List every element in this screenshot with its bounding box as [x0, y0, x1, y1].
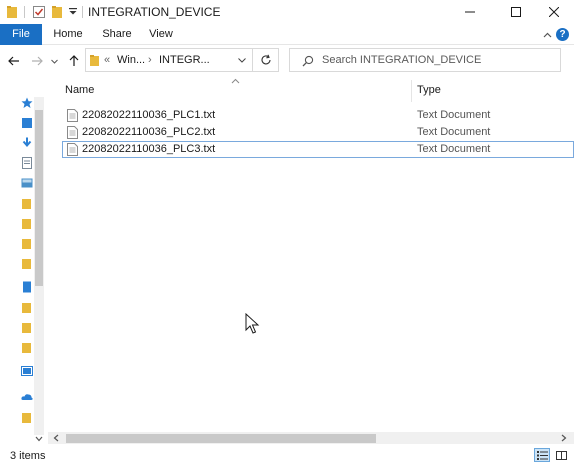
file-row-plc3[interactable]: 22082022110036_PLC3.txt Text Document [62, 141, 574, 158]
tab-view[interactable]: View [144, 24, 178, 45]
desktop-icon[interactable] [21, 117, 33, 129]
recent-locations-icon [50, 59, 58, 64]
file-type: Text Document [417, 126, 491, 138]
address-segment-win[interactable]: Win... [117, 54, 145, 66]
minimize-button[interactable] [450, 0, 490, 24]
scroll-left-icon[interactable] [53, 434, 59, 442]
horizontal-scroll-thumb[interactable] [66, 434, 376, 443]
mouse-pointer-icon [245, 313, 260, 334]
file-name: 22082022110036_PLC3.txt [82, 143, 216, 155]
search-input[interactable]: Search INTEGRATION_DEVICE [322, 54, 481, 66]
this-pc-document-icon[interactable] [21, 281, 33, 293]
help-icon[interactable]: ? [556, 28, 569, 41]
large-icons-view-icon [555, 450, 567, 460]
folder-icon[interactable] [21, 217, 33, 229]
window-title: INTEGRATION_DEVICE [88, 5, 221, 19]
large-icons-view-button[interactable] [553, 448, 569, 462]
expand-ribbon-icon[interactable] [543, 29, 552, 43]
status-bar: 3 items [0, 446, 574, 466]
file-name: 22082022110036_PLC1.txt [82, 109, 216, 121]
text-file-icon [67, 126, 78, 139]
address-overflow[interactable]: « [104, 54, 110, 66]
file-row-plc2[interactable]: 22082022110036_PLC2.txt Text Document [62, 124, 574, 141]
onedrive-icon[interactable] [21, 391, 33, 403]
details-view-icon [536, 450, 548, 460]
folder-icon[interactable] [21, 321, 33, 333]
tab-share[interactable]: Share [98, 24, 136, 45]
folder-icon[interactable] [21, 257, 33, 269]
ribbon-tabs: File Home Share View ? [0, 24, 574, 45]
item-count: 3 items [10, 450, 46, 462]
up-button[interactable] [66, 53, 82, 69]
details-view-button[interactable] [534, 448, 550, 462]
folder-icon[interactable] [21, 341, 33, 353]
tab-home[interactable]: Home [48, 24, 88, 45]
address-bar[interactable]: « Win... › INTEGR... [85, 48, 253, 72]
navigation-pane-scroll-thumb[interactable] [35, 110, 43, 286]
folder-icon[interactable] [21, 411, 33, 423]
folder-icon[interactable] [21, 197, 33, 209]
maximize-icon [511, 7, 521, 17]
refresh-button[interactable] [253, 48, 279, 72]
forward-arrow-icon [32, 56, 43, 66]
pictures-icon[interactable] [21, 177, 33, 189]
sort-ascending-icon [231, 78, 240, 84]
new-folder-icon[interactable] [51, 4, 63, 20]
documents-icon[interactable] [21, 157, 33, 169]
text-file-icon [67, 143, 78, 156]
quick-access-star-icon[interactable] [21, 97, 33, 109]
file-row-plc1[interactable]: 22082022110036_PLC1.txt Text Document [62, 107, 574, 124]
tab-file[interactable]: File [0, 24, 42, 45]
search-icon [302, 55, 314, 67]
search-box[interactable]: Search INTEGRATION_DEVICE [289, 48, 561, 72]
address-dropdown-icon[interactable] [238, 58, 246, 63]
folder-icon[interactable] [21, 237, 33, 249]
back-button[interactable] [6, 53, 22, 69]
close-icon [549, 7, 559, 17]
folder-icon [6, 4, 18, 20]
folder-icon [90, 55, 99, 66]
customize-toolbar-icon[interactable] [67, 4, 79, 20]
file-name: 22082022110036_PLC2.txt [82, 126, 216, 138]
maximize-button[interactable] [496, 0, 536, 24]
file-type: Text Document [417, 143, 491, 155]
address-segment-integration[interactable]: INTEGR... [159, 54, 210, 66]
address-separator: › [148, 54, 152, 66]
column-divider[interactable] [411, 80, 412, 102]
close-button[interactable] [534, 0, 574, 24]
network-drive-icon[interactable] [21, 365, 33, 377]
minimize-icon [465, 11, 475, 13]
recent-locations-button[interactable] [49, 53, 59, 69]
folder-icon[interactable] [21, 301, 33, 313]
refresh-icon [261, 54, 271, 65]
text-file-icon [67, 109, 78, 122]
title-bar: INTEGRATION_DEVICE [0, 0, 574, 24]
column-header-type[interactable]: Type [417, 84, 441, 96]
downloads-icon[interactable] [21, 137, 33, 149]
file-type: Text Document [417, 109, 491, 121]
properties-icon[interactable] [32, 4, 46, 20]
forward-button[interactable] [29, 53, 45, 69]
scroll-right-icon[interactable] [561, 434, 567, 442]
back-arrow-icon [8, 56, 19, 66]
column-header-name[interactable]: Name [65, 84, 94, 96]
scroll-down-icon[interactable] [35, 436, 43, 442]
up-arrow-icon [69, 55, 79, 66]
